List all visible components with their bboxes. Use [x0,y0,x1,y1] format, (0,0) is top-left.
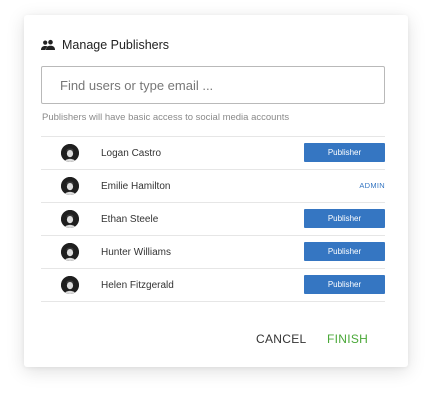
user-row: Ethan Steele Publisher [41,203,385,236]
cancel-button[interactable]: CANCEL [256,332,306,346]
finish-button[interactable]: FINISH [327,332,368,346]
user-name: Ethan Steele [101,213,159,225]
role-publisher-button[interactable]: Publisher [304,242,385,261]
role-publisher-button[interactable]: Publisher [304,275,385,294]
role-publisher-button[interactable]: Publisher [304,143,385,162]
avatar [61,144,79,162]
user-name: Logan Castro [101,147,162,159]
manage-publishers-dialog: Manage Publishers Publishers will have b… [24,15,408,367]
user-list: Logan Castro Publisher Emilie Hamilton A… [41,136,385,302]
publisher-access-hint: Publishers will have basic access to soc… [42,112,290,123]
user-row: Helen Fitzgerald Publisher [41,269,385,302]
avatar [61,243,79,261]
user-name: Helen Fitzgerald [101,279,174,291]
people-icon [41,39,55,51]
avatar [61,210,79,228]
role-publisher-button[interactable]: Publisher [304,209,385,228]
avatar [61,177,79,195]
user-row: Emilie Hamilton ADMIN [41,170,385,203]
dialog-actions: CANCEL FINISH [24,332,408,352]
dialog-header: Manage Publishers [41,35,169,55]
user-search-input[interactable] [41,66,385,104]
user-row: Hunter Williams Publisher [41,236,385,269]
role-admin-link[interactable]: ADMIN [341,176,385,195]
dialog-title: Manage Publishers [62,38,170,52]
avatar [61,276,79,294]
user-name: Emilie Hamilton [101,180,171,192]
user-name: Hunter Williams [101,246,172,258]
user-row: Logan Castro Publisher [41,137,385,170]
